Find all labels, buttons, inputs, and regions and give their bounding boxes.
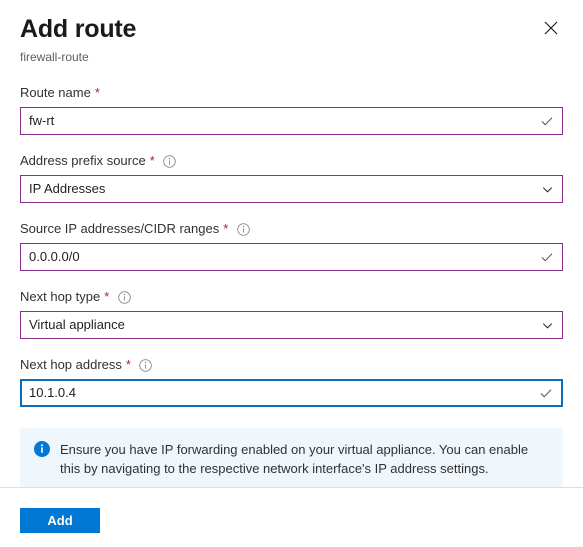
info-icon[interactable] [163, 154, 177, 168]
chevron-down-icon [532, 183, 562, 196]
info-filled-icon [34, 441, 50, 457]
label-route-name: Route name * [20, 84, 563, 102]
close-button[interactable] [535, 12, 567, 44]
label-text: Source IP addresses/CIDR ranges [20, 221, 220, 236]
info-banner: Ensure you have IP forwarding enabled on… [20, 428, 563, 491]
label-address-prefix-source: Address prefix source * [20, 152, 563, 170]
route-name-input[interactable] [21, 112, 532, 130]
add-route-form: Route name * Address prefix source * [0, 84, 583, 407]
required-asterisk: * [223, 221, 229, 236]
label-next-hop-address: Next hop address * [20, 356, 563, 374]
label-text: Address prefix source [20, 153, 146, 168]
label-text: Next hop type [20, 289, 101, 304]
field-next-hop-type: Next hop type * Virtual appliance [20, 288, 563, 339]
add-button[interactable]: Add [20, 508, 100, 533]
label-text: Next hop address [20, 357, 122, 372]
page-title: Add route [20, 15, 137, 43]
checkmark-icon [531, 386, 561, 400]
label-source-ip-cidr: Source IP addresses/CIDR ranges * [20, 220, 563, 238]
dialog-subtitle: firewall-route [20, 50, 89, 64]
required-asterisk: * [149, 153, 155, 168]
chevron-down-icon [532, 319, 562, 332]
address-prefix-source-select[interactable]: IP Addresses [20, 175, 563, 203]
label-next-hop-type: Next hop type * [20, 288, 563, 306]
field-address-prefix-source: Address prefix source * IP Addresses [20, 152, 563, 203]
info-icon[interactable] [117, 290, 131, 304]
next-hop-address-input[interactable] [22, 384, 531, 402]
address-prefix-source-value: IP Addresses [29, 181, 106, 196]
field-route-name: Route name * [20, 84, 563, 135]
required-asterisk: * [94, 85, 100, 100]
dialog-header: Add route firewall-route [0, 0, 583, 65]
checkmark-icon [532, 250, 562, 264]
field-next-hop-address: Next hop address * [20, 356, 563, 407]
field-source-ip-cidr: Source IP addresses/CIDR ranges * [20, 220, 563, 271]
label-text: Route name [20, 85, 91, 100]
checkmark-icon [532, 114, 562, 128]
info-icon[interactable] [236, 222, 250, 236]
info-banner-text: Ensure you have IP forwarding enabled on… [60, 442, 529, 476]
next-hop-type-value: Virtual appliance [29, 317, 125, 332]
required-asterisk: * [125, 357, 131, 372]
next-hop-address-control[interactable] [20, 379, 563, 407]
close-icon [544, 21, 558, 35]
source-ip-cidr-input[interactable] [21, 248, 532, 266]
required-asterisk: * [104, 289, 110, 304]
info-icon[interactable] [139, 358, 153, 372]
next-hop-type-select[interactable]: Virtual appliance [20, 311, 563, 339]
dialog-footer: Add [0, 488, 583, 547]
source-ip-cidr-control[interactable] [20, 243, 563, 271]
route-name-control[interactable] [20, 107, 563, 135]
